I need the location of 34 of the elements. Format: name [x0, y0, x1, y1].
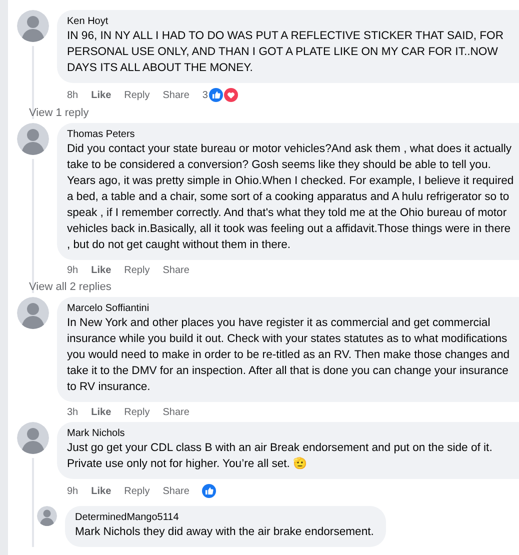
reply-text: Mark Nichols they did away with the air brake endorsement.	[75, 525, 374, 540]
timestamp: 8h	[67, 90, 78, 100]
author-name: Mark Nichols	[67, 428, 126, 439]
avatar[interactable]	[17, 123, 49, 155]
action-link[interactable]: Like	[91, 265, 112, 276]
author-name: Ken Hoyt	[67, 16, 110, 27]
comment-text: IN 96, IN NY ALL I HAD TO DO WAS PUT A REFLECTIVE STICKER THAT SAID, FOR PERSONAL USE ONLY, AND THAN I GOT A PLATE LIKE ON MY CAR FOR IT..NOW DAYS ITS ALL ABOUT THE MONEY.	[67, 29, 505, 76]
action-link[interactable]: Reply	[124, 486, 150, 496]
view-replies-link[interactable]: View all 2 replies	[29, 276, 112, 293]
avatar[interactable]	[17, 422, 49, 454]
comment-text: Just go get your CDL class B with an air Break endorsement and put on the side of it. Private use only not for higher. You’re all set. 🫡	[67, 441, 494, 472]
action-link[interactable]: Reply	[124, 265, 150, 276]
timestamp: 9h	[67, 265, 78, 276]
author-name: Marcelo Soffiantini	[67, 303, 150, 314]
author-name: Thomas Peters	[67, 129, 136, 140]
action-link[interactable]: Share	[162, 407, 190, 418]
comment-text: Did you contact your state bureau or motor vehicles?And ask them , what does it actually take to be considered a conversion? Gosh seems like they should be able to tell you. Years ago, it was pretty simple in Ohio.When I checked. For example, I believe it required a bed, a table and a chair, some sort of a cooking apparatus and A hulu refrigerator so to speak , if I remember correctly. And that's what they told me at the Ohio bureau of motor vehicles back in.Basically, all it took was feeling out a affidavit.Those things were in there , but do not get caught without them in there.	[67, 142, 515, 253]
timestamp: 9h	[67, 486, 78, 496]
action-link[interactable]: Share	[162, 265, 190, 276]
avatar[interactable]	[17, 10, 49, 42]
action-link[interactable]: Share	[162, 90, 190, 100]
timestamp: 3h	[67, 407, 78, 418]
reaction-count: 3	[202, 90, 208, 100]
action-link[interactable]: Reply	[124, 90, 150, 100]
action-link[interactable]: Reply	[124, 407, 150, 418]
comment-text: In New York and other places you have register it as commercial and get commercial insurance while you build it out. Check with your states statutes as to what modifications you would need to make in order to be re-titled as an RV. Then make those changes and take it to the DMV for an inspection. After all that is done you can change your insurance to RV insurance.	[67, 316, 511, 395]
action-link[interactable]: Like	[91, 486, 112, 496]
avatar[interactable]	[37, 506, 57, 526]
avatar[interactable]	[17, 297, 49, 329]
action-link[interactable]: Like	[91, 407, 112, 418]
action-link[interactable]: Share	[162, 486, 190, 496]
author-name: DeterminedMango5114	[75, 512, 180, 523]
view-replies-link[interactable]: View 1 reply	[29, 102, 89, 119]
action-link[interactable]: Like	[91, 90, 112, 100]
